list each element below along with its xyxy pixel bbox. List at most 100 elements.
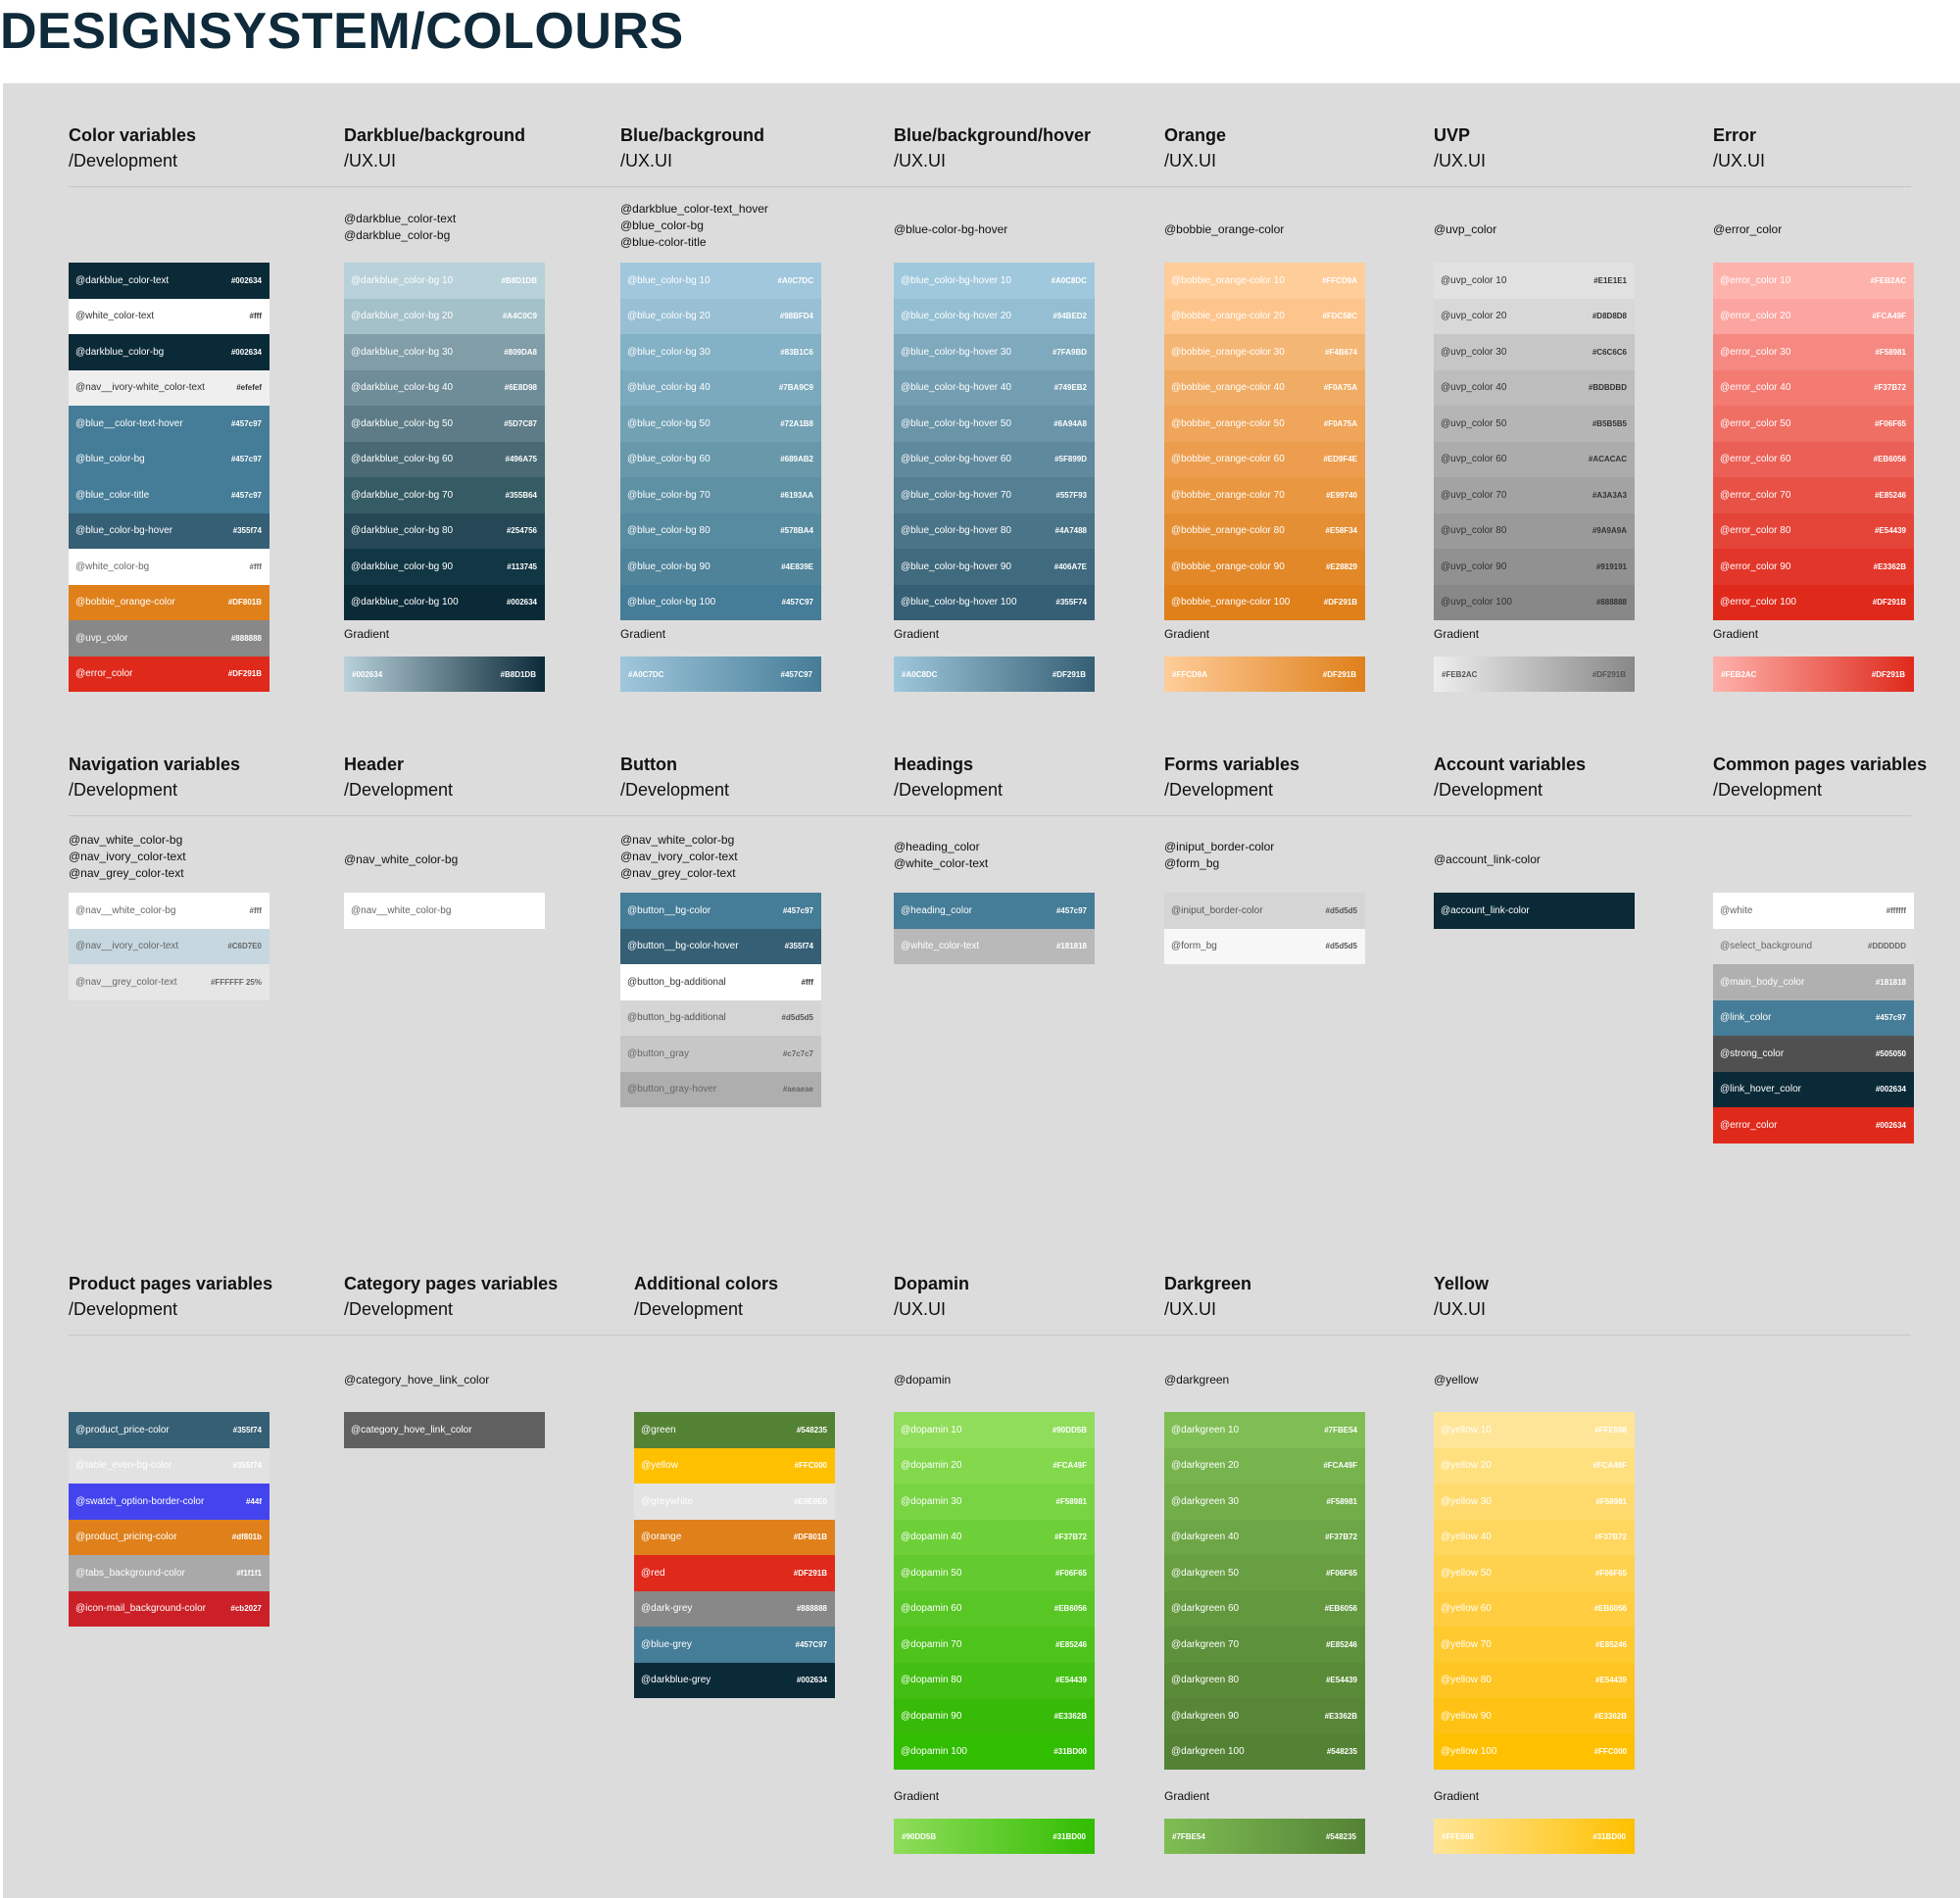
color-swatch[interactable]: @darkgreen 20 #FCA49F [1164,1447,1365,1484]
color-swatch[interactable]: @uvp_color 20 #D8D8D8 [1434,298,1635,334]
color-swatch[interactable]: @product_price-color #355f74 [69,1412,270,1448]
color-swatch[interactable]: @blue_color-title #457c97 [69,477,270,513]
color-swatch[interactable]: @blue_color-bg 80 #578BA4 [620,512,821,549]
color-swatch[interactable]: @uvp_color #888888 [69,620,270,657]
gradient-swatch[interactable]: #FFE598 #31BD00 [1434,1819,1635,1854]
color-swatch[interactable]: @bobbie_orange-color 50 #F0A75A [1164,406,1365,442]
color-swatch[interactable]: @blue_color-bg-hover 90 #406A7E [894,549,1095,585]
color-swatch[interactable]: @nav__white_color-bg #fff [69,893,270,929]
color-swatch[interactable]: @icon-mail_background-color #cb2027 [69,1590,270,1627]
color-swatch[interactable]: @error_color #002634 [1713,1107,1914,1144]
color-swatch[interactable]: @darkblue_color-bg 50 #5D7C87 [344,406,545,442]
color-swatch[interactable]: @error_color 80 #E54439 [1713,512,1914,549]
color-swatch[interactable]: @dopamin 20 #FCA49F [894,1447,1095,1484]
color-swatch[interactable]: @button_gray-hover #aeaeae [620,1071,821,1107]
color-swatch[interactable]: @dopamin 10 #90DD5B [894,1412,1095,1448]
color-swatch[interactable]: @blue_color-bg 90 #4E839E [620,549,821,585]
gradient-swatch[interactable]: #A0C8DC #DF291B [894,657,1095,692]
color-swatch[interactable]: @category_hove_link_color [344,1412,545,1448]
color-swatch[interactable]: @green #548235 [634,1412,835,1448]
color-swatch[interactable]: @blue_color-bg-hover 10 #A0C8DC [894,263,1095,299]
color-swatch[interactable]: @button_bg-additional #d5d5d5 [620,999,821,1036]
color-swatch[interactable]: @iniput_border-color #d5d5d5 [1164,893,1365,929]
color-swatch[interactable]: @bobbie_orange-color 60 #ED9F4E [1164,441,1365,477]
color-swatch[interactable]: @darkgreen 70 #E85246 [1164,1627,1365,1663]
color-swatch[interactable]: @blue-grey #457C97 [634,1627,835,1663]
color-swatch[interactable]: @dopamin 60 #EB6056 [894,1590,1095,1627]
color-swatch[interactable]: @dopamin 50 #F06F65 [894,1555,1095,1591]
color-swatch[interactable]: @error_color #DF291B [69,656,270,692]
color-swatch[interactable]: @button__bg-color #457c97 [620,893,821,929]
gradient-swatch[interactable]: #7FBE54 #548235 [1164,1819,1365,1854]
color-swatch[interactable]: @darkgreen 30 #F58981 [1164,1484,1365,1520]
color-swatch[interactable]: @link_color #457c97 [1713,999,1914,1036]
color-swatch[interactable]: @dopamin 90 #E3362B [894,1698,1095,1734]
color-swatch[interactable]: @nav__ivory_color-text #C6D7E0 [69,928,270,964]
color-swatch[interactable]: @account_link-color [1434,893,1635,929]
gradient-swatch[interactable]: #FFCD9A #DF291B [1164,657,1365,692]
color-swatch[interactable]: @uvp_color 10 #E1E1E1 [1434,263,1635,299]
color-swatch[interactable]: @yellow 100 #FFC000 [1434,1733,1635,1770]
color-swatch[interactable]: @uvp_color 70 #A3A3A3 [1434,477,1635,513]
color-swatch[interactable]: @uvp_color 60 #ACACAC [1434,441,1635,477]
gradient-swatch[interactable]: #90DD5B #31BD00 [894,1819,1095,1854]
color-swatch[interactable]: @yellow 20 #FCA49F [1434,1447,1635,1484]
color-swatch[interactable]: @darkblue_color-bg #002634 [69,334,270,370]
color-swatch[interactable]: @darkblue_color-bg 40 #6E8D98 [344,369,545,406]
color-swatch[interactable]: @blue_color-bg-hover 40 #749EB2 [894,369,1095,406]
color-swatch[interactable]: @bobbie_orange-color 10 #FFCD9A [1164,263,1365,299]
color-swatch[interactable]: @button_gray #c7c7c7 [620,1036,821,1072]
color-swatch[interactable]: @yellow 70 #E85246 [1434,1627,1635,1663]
color-swatch[interactable]: @swatch_option-border-color #44f [69,1484,270,1520]
color-swatch[interactable]: @darkblue_color-bg 10 #B8D1DB [344,263,545,299]
color-swatch[interactable]: @error_color 70 #E85246 [1713,477,1914,513]
color-swatch[interactable]: @bobbie_orange-color #DF801B [69,584,270,620]
color-swatch[interactable]: @dark-grey #888888 [634,1590,835,1627]
color-swatch[interactable]: @blue_color-bg 20 #98BFD4 [620,298,821,334]
color-swatch[interactable]: @yellow 50 #F06F65 [1434,1555,1635,1591]
color-swatch[interactable]: @blue_color-bg 50 #72A1B8 [620,406,821,442]
color-swatch[interactable]: @blue_color-bg-hover 80 #4A7488 [894,512,1095,549]
color-swatch[interactable]: @uvp_color 80 #9A9A9A [1434,512,1635,549]
color-swatch[interactable]: @yellow 90 #E3362B [1434,1698,1635,1734]
color-swatch[interactable]: @bobbie_orange-color 80 #E58F34 [1164,512,1365,549]
color-swatch[interactable]: @error_color 40 #F37B72 [1713,369,1914,406]
color-swatch[interactable]: @yellow #FFC000 [634,1447,835,1484]
color-swatch[interactable]: @blue_color-bg-hover #355f74 [69,512,270,549]
color-swatch[interactable]: @darkblue_color-bg 60 #496A75 [344,441,545,477]
color-swatch[interactable]: @yellow 10 #FFE598 [1434,1412,1635,1448]
color-swatch[interactable]: @greywhite #E0E0E0 [634,1484,835,1520]
color-swatch[interactable]: @error_color 100 #DF291B [1713,584,1914,620]
color-swatch[interactable]: @darkgreen 60 #EB6056 [1164,1590,1365,1627]
color-swatch[interactable]: @bobbie_orange-color 30 #F4B674 [1164,334,1365,370]
color-swatch[interactable]: @blue_color-bg 60 #689AB2 [620,441,821,477]
gradient-swatch[interactable]: #A0C7DC #457C97 [620,657,821,692]
color-swatch[interactable]: @error_color 30 #F58981 [1713,334,1914,370]
color-swatch[interactable]: @blue_color-bg 30 #83B1C6 [620,334,821,370]
color-swatch[interactable]: @blue_color-bg-hover 20 #94BED2 [894,298,1095,334]
color-swatch[interactable]: @button__bg-color-hover #355f74 [620,928,821,964]
color-swatch[interactable]: @table_even-bg-color #355f74 [69,1447,270,1484]
color-swatch[interactable]: @darkblue_color-bg 80 #254756 [344,512,545,549]
color-swatch[interactable]: @blue__color-text-hover #457c97 [69,406,270,442]
color-swatch[interactable]: @dopamin 80 #E54439 [894,1662,1095,1698]
color-swatch[interactable]: @nav__grey_color-text #FFFFFF 25% [69,964,270,1000]
color-swatch[interactable]: @darkblue_color-bg 30 #809DA8 [344,334,545,370]
color-swatch[interactable]: @blue_color-bg-hover 30 #7FA9BD [894,334,1095,370]
color-swatch[interactable]: @darkgreen 10 #7FBE54 [1164,1412,1365,1448]
color-swatch[interactable]: @yellow 40 #F37B72 [1434,1519,1635,1555]
gradient-swatch[interactable]: #002634 #B8D1DB [344,657,545,692]
color-swatch[interactable]: @dopamin 70 #E85246 [894,1627,1095,1663]
color-swatch[interactable]: @darkblue_color-bg 20 #A4C0C9 [344,298,545,334]
color-swatch[interactable]: @strong_color #505050 [1713,1036,1914,1072]
color-swatch[interactable]: @darkgreen 50 #F06F65 [1164,1555,1365,1591]
color-swatch[interactable]: @bobbie_orange-color 70 #E99740 [1164,477,1365,513]
color-swatch[interactable]: @blue_color-bg 70 #6193AA [620,477,821,513]
color-swatch[interactable]: @product_pricing-color #df801b [69,1519,270,1555]
color-swatch[interactable]: @blue_color-bg-hover 70 #557F93 [894,477,1095,513]
color-swatch[interactable]: @error_color 20 #FCA49F [1713,298,1914,334]
color-swatch[interactable]: @dopamin 30 #F58981 [894,1484,1095,1520]
color-swatch[interactable]: @blue_color-bg-hover 50 #6A94A8 [894,406,1095,442]
color-swatch[interactable]: @bobbie_orange-color 90 #E28829 [1164,549,1365,585]
color-swatch[interactable]: @bobbie_orange-color 100 #DF291B [1164,584,1365,620]
